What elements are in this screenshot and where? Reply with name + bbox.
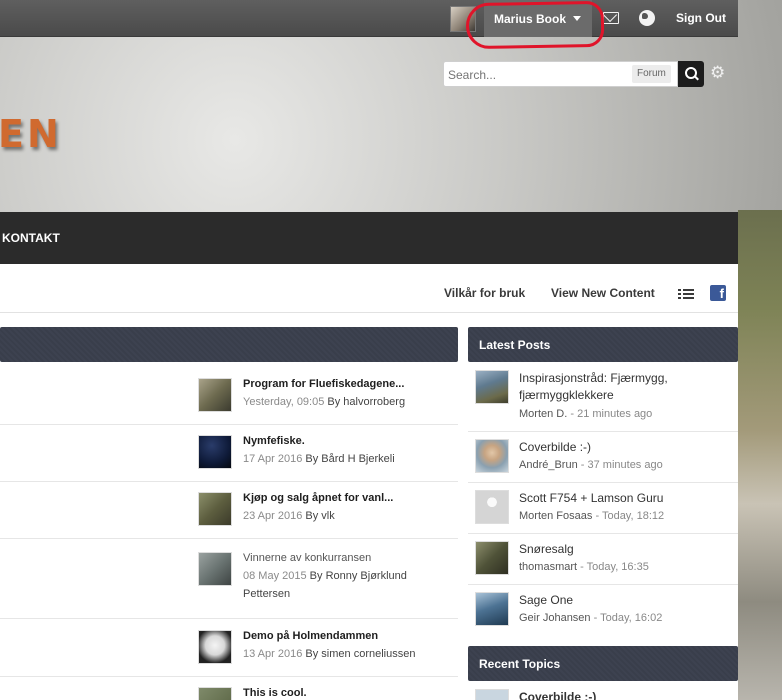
post-title[interactable]: Scott F754 + Lamson Guru — [519, 490, 729, 507]
topic-meta: Yesterday, 09:05 By halvorroberg — [243, 396, 406, 408]
main-nav: KONTAKT — [0, 212, 738, 264]
globe-icon[interactable] — [639, 10, 655, 26]
topic-meta-continued: Pettersen — [243, 588, 291, 600]
topic-title[interactable]: Kjøp og salg åpnet for vanl... — [243, 492, 393, 504]
sign-out-link[interactable]: Sign Out — [676, 11, 726, 25]
mail-icon[interactable] — [603, 12, 619, 24]
topic-thumbnail[interactable] — [198, 378, 232, 412]
post-meta: thomasmart - Today, 16:35 — [519, 561, 649, 573]
post-thumbnail[interactable] — [475, 689, 509, 700]
topic-title[interactable]: Nymfefiske. — [243, 435, 305, 447]
default-avatar-icon[interactable] — [475, 490, 509, 524]
topic-title[interactable]: This is cool. — [243, 687, 307, 699]
post-thumbnail[interactable] — [475, 439, 509, 473]
topic-meta: 23 Apr 2016 By vlk — [243, 510, 335, 522]
row-divider — [0, 676, 458, 677]
topic-thumbnail[interactable] — [198, 492, 232, 526]
red-highlight-annotation — [465, 0, 605, 50]
row-divider — [0, 538, 458, 539]
forum-header-bar — [0, 327, 458, 362]
view-new-content-link[interactable]: View New Content — [551, 286, 655, 300]
search-scope-badge[interactable]: Forum — [632, 65, 671, 83]
post-title[interactable]: Sage One — [519, 592, 729, 609]
recent-topics-header: Recent Topics — [468, 646, 738, 681]
row-divider — [468, 482, 738, 483]
post-meta: Morten Fosaas - Today, 18:12 — [519, 510, 665, 522]
topic-meta: 13 Apr 2016 By simen corneliussen — [243, 648, 416, 660]
post-title[interactable]: Coverbilde :-) — [519, 689, 729, 700]
user-bar: Marius Book Sign Out — [0, 0, 738, 37]
topic-thumbnail[interactable] — [198, 687, 232, 700]
list-icon[interactable] — [678, 289, 694, 300]
divider — [0, 312, 738, 313]
post-meta: André_Brun - 37 minutes ago — [519, 459, 663, 471]
row-divider — [0, 618, 458, 619]
facebook-icon[interactable]: f — [710, 285, 726, 301]
search-input[interactable] — [448, 66, 628, 84]
post-thumbnail[interactable] — [475, 592, 509, 626]
topic-meta: 17 Apr 2016 By Bård H Bjerkeli — [243, 453, 395, 465]
topic-meta: 08 May 2015 By Ronny Bjørklund — [243, 570, 407, 582]
row-divider — [468, 584, 738, 585]
post-thumbnail[interactable] — [475, 541, 509, 575]
row-divider — [468, 533, 738, 534]
post-title[interactable]: Snøresalg — [519, 541, 729, 558]
topic-thumbnail[interactable] — [198, 552, 232, 586]
topic-title[interactable]: Vinnerne av konkurransen — [243, 552, 371, 564]
post-thumbnail[interactable] — [475, 370, 509, 404]
row-divider — [468, 431, 738, 432]
background-landscape — [738, 210, 782, 700]
post-meta: Morten D. - 21 minutes ago — [519, 408, 653, 420]
post-meta: Geir Johansen - Today, 16:02 — [519, 612, 663, 624]
latest-posts-header: Latest Posts — [468, 327, 738, 362]
nav-item-kontakt[interactable]: KONTAKT — [2, 231, 60, 245]
terms-link[interactable]: Vilkår for bruk — [444, 286, 525, 300]
post-title[interactable]: Coverbilde :-) — [519, 439, 729, 456]
site-logo[interactable]: EN — [0, 112, 62, 156]
gear-icon[interactable]: ⚙ — [710, 64, 725, 82]
row-divider — [0, 424, 458, 425]
topic-title[interactable]: Demo på Holmendammen — [243, 630, 378, 642]
topic-title[interactable]: Program for Fluefiskedagene... — [243, 378, 404, 390]
post-title[interactable]: Inspirasjonstråd: Fjærmygg, fjærmyggklek… — [519, 370, 729, 404]
search-button[interactable] — [678, 61, 704, 87]
row-divider — [0, 481, 458, 482]
topic-thumbnail[interactable] — [198, 630, 232, 664]
topic-thumbnail[interactable] — [198, 435, 232, 469]
